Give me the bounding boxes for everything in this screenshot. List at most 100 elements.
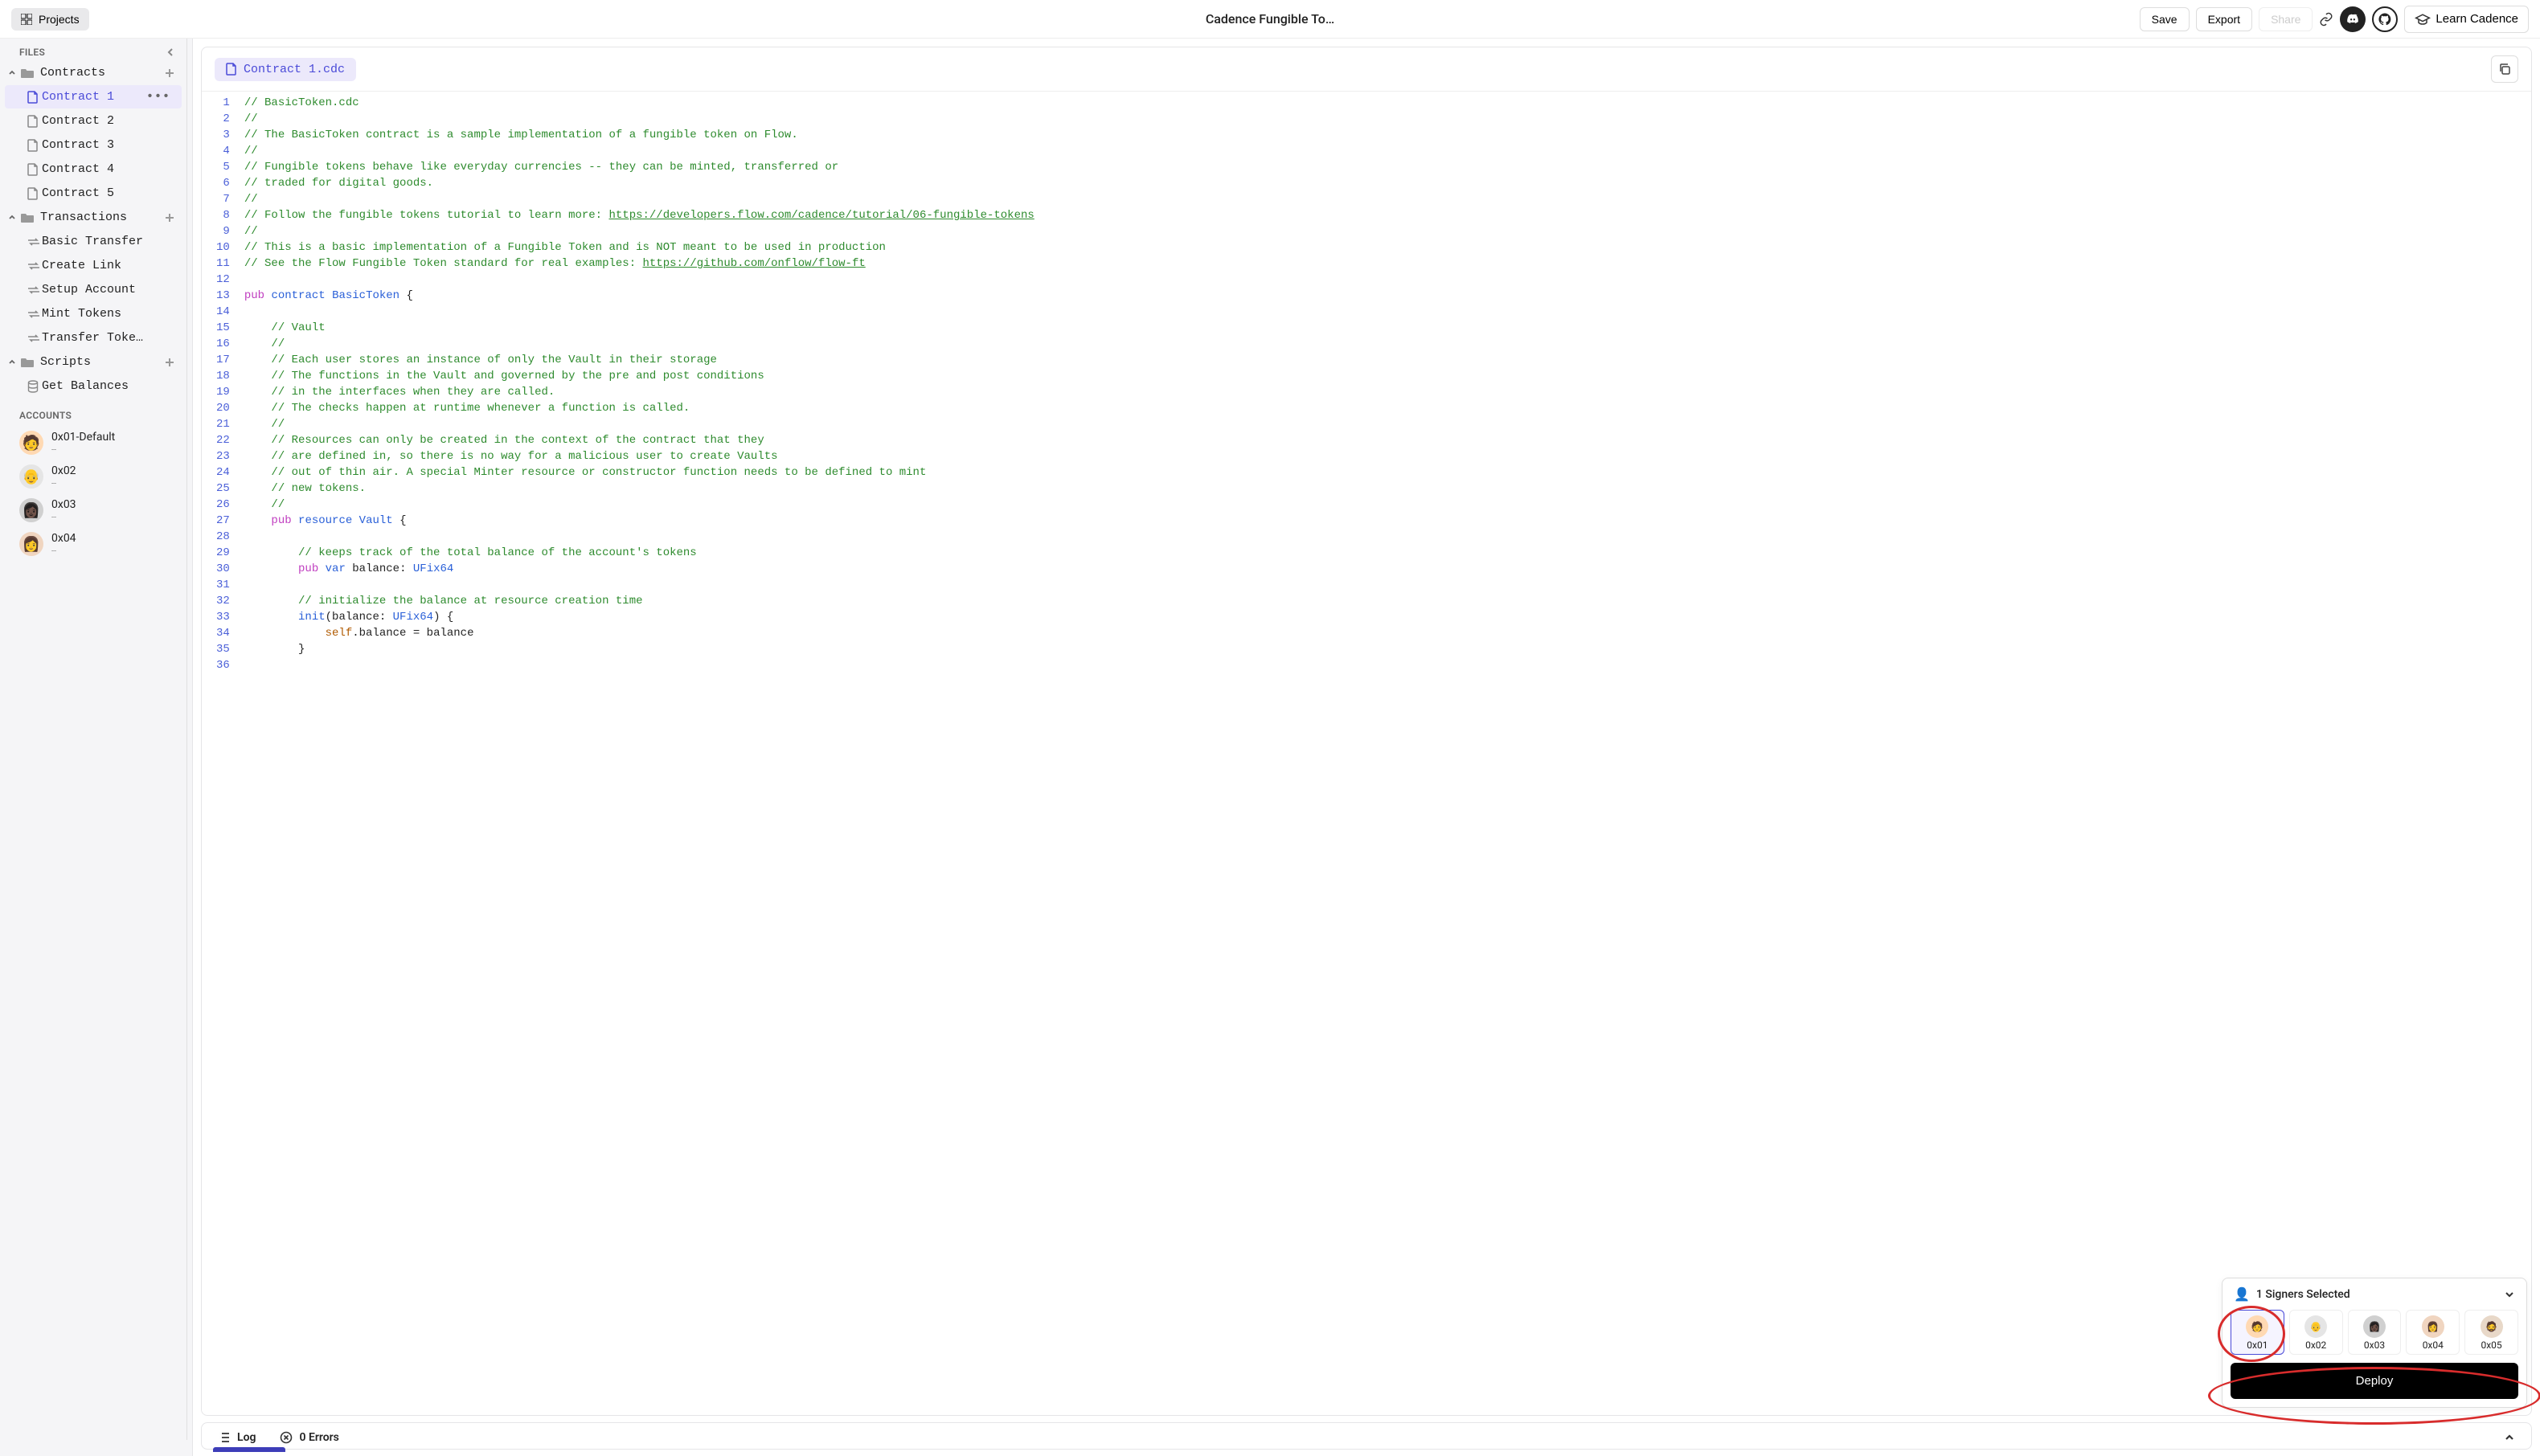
code-editor[interactable]: 1234567891011121314151617181920212223242… (202, 92, 2531, 1415)
account-sub: -- (51, 546, 76, 556)
avatar-icon: 👩🏿 (19, 498, 43, 522)
signer-label: 0x01 (2247, 1339, 2268, 1351)
log-tab[interactable]: Log (218, 1431, 256, 1444)
section-label: Scripts (40, 355, 91, 369)
export-button[interactable]: Export (2196, 7, 2252, 31)
avatar-icon: 👴 (19, 464, 43, 489)
signer-account[interactable]: 🧔0x05 (2464, 1310, 2518, 1355)
file-item-script[interactable]: Get Balances (5, 374, 182, 398)
file-item-contract[interactable]: Contract 3 (5, 133, 182, 157)
add-script-icon[interactable] (164, 357, 175, 368)
signer-label: 0x04 (2423, 1339, 2444, 1351)
file-icon (27, 115, 39, 128)
file-item-contract[interactable]: Contract 4 (5, 157, 182, 181)
project-title[interactable]: Cadence Fungible To… (1206, 11, 1334, 27)
learn-cadence-button[interactable]: Learn Cadence (2404, 6, 2529, 33)
file-icon (27, 187, 39, 200)
list-icon (218, 1431, 231, 1444)
accounts-header: ACCOUNTS (0, 399, 186, 426)
file-item-contract[interactable]: Contract 1 ••• (5, 85, 182, 108)
bottom-panel-indicator (213, 1447, 285, 1452)
bottom-panel: Log 0 Errors (201, 1422, 2532, 1450)
section-label: Transactions (40, 211, 127, 224)
account-item[interactable]: 👩🏿 0x03-- (0, 493, 186, 527)
section-header-scripts[interactable]: Scripts (0, 350, 186, 374)
file-item-transaction[interactable]: Setup Account (5, 278, 182, 301)
chevron-down-icon (8, 214, 19, 222)
errors-tab[interactable]: 0 Errors (280, 1431, 338, 1444)
transaction-icon (27, 261, 40, 271)
signer-account[interactable]: 👴0x02 (2289, 1310, 2343, 1355)
copy-button[interactable] (2491, 55, 2518, 83)
file-item-transaction[interactable]: Transfer Toke… (5, 326, 182, 350)
account-name: 0x01-Default (51, 431, 115, 444)
account-item[interactable]: 👩0x04-- (0, 527, 186, 561)
discord-icon[interactable] (2340, 6, 2366, 32)
save-button[interactable]: Save (2140, 7, 2190, 31)
account-sub: -- (51, 444, 115, 455)
account-item[interactable]: 🧑 0x01-Default-- (0, 426, 186, 460)
account-sub: -- (51, 478, 76, 489)
more-icon[interactable]: ••• (146, 90, 170, 104)
file-item-transaction[interactable]: Basic Transfer (5, 230, 182, 253)
section-header-transactions[interactable]: Transactions (0, 206, 186, 229)
account-sub: -- (51, 512, 76, 522)
avatar-icon: 🧑 (2246, 1315, 2268, 1338)
github-icon[interactable] (2372, 6, 2398, 32)
file-label: Contract 3 (42, 138, 114, 152)
file-icon (27, 91, 39, 104)
signer-label: 0x02 (2305, 1339, 2326, 1351)
file-item-contract[interactable]: Contract 5 (5, 182, 182, 205)
sidebar: FILES Contracts Contract 1 ••• Contract 2 C… (0, 39, 193, 1456)
collapse-sidebar-icon[interactable] (166, 47, 175, 57)
signer-account[interactable]: 👩🏿0x03 (2348, 1310, 2402, 1355)
section-transactions: Transactions Basic Transfer Create Link Se… (0, 206, 186, 350)
file-item-transaction[interactable]: Create Link (5, 254, 182, 277)
tab-label: Contract 1.cdc (244, 63, 345, 76)
transaction-icon (27, 333, 40, 343)
file-label: Contract 2 (42, 114, 114, 128)
signer-account[interactable]: 🧑0x01 (2231, 1310, 2284, 1355)
file-label: Transfer Toke… (42, 331, 143, 345)
database-icon (27, 380, 39, 393)
avatar-icon: 👴 (2304, 1315, 2327, 1338)
chevron-down-icon (8, 358, 19, 366)
file-icon (27, 163, 39, 176)
projects-button[interactable]: Projects (11, 8, 89, 31)
signer-label: 0x03 (2364, 1339, 2385, 1351)
file-item-transaction[interactable]: Mint Tokens (5, 302, 182, 325)
file-label: Setup Account (42, 283, 136, 297)
file-label: Get Balances (42, 379, 129, 393)
add-transaction-icon[interactable] (164, 212, 175, 223)
signer-panel: 👤 1 Signers Selected 🧑0x01👴0x02👩🏿0x03👩0x… (2222, 1278, 2527, 1408)
file-icon (27, 139, 39, 152)
tab-active[interactable]: Contract 1.cdc (215, 58, 356, 81)
avatar-icon: 🧑 (19, 431, 43, 455)
section-header-contracts[interactable]: Contracts (0, 61, 186, 84)
file-label: Create Link (42, 259, 121, 272)
graduation-cap-icon (2415, 11, 2431, 27)
signer-label: 0x05 (2481, 1339, 2501, 1351)
file-item-contract[interactable]: Contract 2 (5, 109, 182, 133)
file-label: Contract 5 (42, 186, 114, 200)
chevron-down-icon[interactable] (2504, 1289, 2515, 1300)
add-contract-icon[interactable] (164, 67, 175, 79)
copy-icon (2498, 63, 2511, 76)
account-name: 0x03 (51, 498, 76, 512)
signer-account[interactable]: 👩0x04 (2406, 1310, 2460, 1355)
grid-icon (21, 14, 32, 25)
file-label: Contract 1 (42, 90, 114, 104)
deploy-button[interactable]: Deploy (2231, 1363, 2518, 1399)
account-name: 0x02 (51, 464, 76, 478)
link-icon[interactable] (2319, 12, 2333, 27)
files-header: FILES (0, 39, 186, 61)
file-icon (226, 63, 237, 76)
signer-header[interactable]: 👤 1 Signers Selected (2222, 1278, 2526, 1310)
expand-panel-icon[interactable] (2504, 1432, 2515, 1443)
person-icon: 👤 (2234, 1286, 2250, 1302)
transaction-icon (27, 285, 40, 295)
account-item[interactable]: 👴 0x02-- (0, 460, 186, 493)
folder-icon (21, 67, 34, 79)
section-label: Contracts (40, 66, 105, 80)
file-label: Mint Tokens (42, 307, 121, 321)
